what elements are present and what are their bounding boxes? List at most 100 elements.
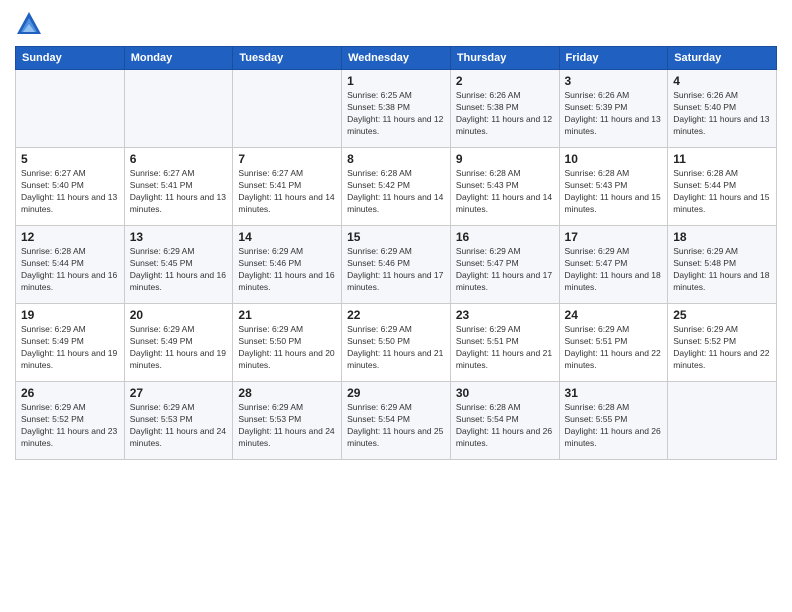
day-info: Sunrise: 6:29 AM Sunset: 5:48 PM Dayligh… xyxy=(673,246,771,294)
calendar-cell xyxy=(668,382,777,460)
day-info: Sunrise: 6:29 AM Sunset: 5:49 PM Dayligh… xyxy=(130,324,228,372)
calendar-cell: 19Sunrise: 6:29 AM Sunset: 5:49 PM Dayli… xyxy=(16,304,125,382)
day-number: 11 xyxy=(673,152,771,166)
day-number: 22 xyxy=(347,308,445,322)
day-info: Sunrise: 6:29 AM Sunset: 5:54 PM Dayligh… xyxy=(347,402,445,450)
weekday-header-monday: Monday xyxy=(124,47,233,70)
calendar-week-row: 12 Sunrise: 6:28 AM Sunset: 5:44 PM Dayli… xyxy=(16,226,777,304)
day-info: Sunrise: 6:29 AM Sunset: 5:53 PM Dayligh… xyxy=(238,402,336,450)
day-info: Sunrise: 6:29 AM Sunset: 5:52 PM Dayligh… xyxy=(21,402,119,450)
calendar-week-row: 5Sunrise: 6:27 AM Sunset: 5:40 PM Daylig… xyxy=(16,148,777,226)
day-number: 16 xyxy=(456,230,554,244)
calendar-cell xyxy=(124,70,233,148)
calendar-cell: 15 Sunrise: 6:29 AM Sunset: 5:46 PM Dayli… xyxy=(342,226,451,304)
calendar-cell: 8Sunrise: 6:28 AM Sunset: 5:42 PM Daylig… xyxy=(342,148,451,226)
header xyxy=(15,10,777,38)
day-number: 20 xyxy=(130,308,228,322)
logo-icon xyxy=(15,10,43,38)
day-number: 14 xyxy=(238,230,336,244)
calendar-cell xyxy=(16,70,125,148)
day-info: Sunrise: 6:29 AM Sunset: 5:53 PM Dayligh… xyxy=(130,402,228,450)
day-number: 21 xyxy=(238,308,336,322)
calendar-cell: 11 Sunrise: 6:28 AM Sunset: 5:44 PM Dayli… xyxy=(668,148,777,226)
day-info: Sunrise: 6:27 AM Sunset: 5:41 PM Dayligh… xyxy=(238,168,336,216)
day-info: Sunrise: 6:29 AM Sunset: 5:50 PM Dayligh… xyxy=(238,324,336,372)
day-info: Sunrise: 6:29 AM Sunset: 5:51 PM Dayligh… xyxy=(565,324,663,372)
day-number: 25 xyxy=(673,308,771,322)
day-info: Sunrise: 6:26 AM Sunset: 5:38 PM Dayligh… xyxy=(456,90,554,138)
calendar-cell: 25Sunrise: 6:29 AM Sunset: 5:52 PM Dayli… xyxy=(668,304,777,382)
weekday-header-friday: Friday xyxy=(559,47,668,70)
day-number: 26 xyxy=(21,386,119,400)
calendar-cell: 6 Sunrise: 6:27 AM Sunset: 5:41 PM Daylig… xyxy=(124,148,233,226)
calendar-cell: 2 Sunrise: 6:26 AM Sunset: 5:38 PM Daylig… xyxy=(450,70,559,148)
day-info: Sunrise: 6:28 AM Sunset: 5:44 PM Dayligh… xyxy=(21,246,119,294)
day-info: Sunrise: 6:29 AM Sunset: 5:47 PM Dayligh… xyxy=(565,246,663,294)
calendar-cell: 3Sunrise: 6:26 AM Sunset: 5:39 PM Daylig… xyxy=(559,70,668,148)
calendar-week-row: 26 Sunrise: 6:29 AM Sunset: 5:52 PM Dayli… xyxy=(16,382,777,460)
day-info: Sunrise: 6:29 AM Sunset: 5:50 PM Dayligh… xyxy=(347,324,445,372)
day-info: Sunrise: 6:28 AM Sunset: 5:42 PM Dayligh… xyxy=(347,168,445,216)
day-number: 13 xyxy=(130,230,228,244)
weekday-header-sunday: Sunday xyxy=(16,47,125,70)
calendar-cell: 22 Sunrise: 6:29 AM Sunset: 5:50 PM Dayli… xyxy=(342,304,451,382)
day-info: Sunrise: 6:29 AM Sunset: 5:46 PM Dayligh… xyxy=(238,246,336,294)
day-number: 28 xyxy=(238,386,336,400)
calendar-cell: 29 Sunrise: 6:29 AM Sunset: 5:54 PM Dayli… xyxy=(342,382,451,460)
calendar-cell: 28 Sunrise: 6:29 AM Sunset: 5:53 PM Dayli… xyxy=(233,382,342,460)
day-info: Sunrise: 6:28 AM Sunset: 5:43 PM Dayligh… xyxy=(456,168,554,216)
day-number: 27 xyxy=(130,386,228,400)
day-number: 31 xyxy=(565,386,663,400)
day-number: 4 xyxy=(673,74,771,88)
weekday-header-saturday: Saturday xyxy=(668,47,777,70)
calendar-cell: 31Sunrise: 6:28 AM Sunset: 5:55 PM Dayli… xyxy=(559,382,668,460)
day-number: 29 xyxy=(347,386,445,400)
day-number: 2 xyxy=(456,74,554,88)
calendar-cell: 4 Sunrise: 6:26 AM Sunset: 5:40 PM Daylig… xyxy=(668,70,777,148)
calendar-cell: 16 Sunrise: 6:29 AM Sunset: 5:47 PM Dayli… xyxy=(450,226,559,304)
calendar-cell xyxy=(233,70,342,148)
calendar-week-row: 1 Sunrise: 6:25 AM Sunset: 5:38 PM Daylig… xyxy=(16,70,777,148)
day-number: 15 xyxy=(347,230,445,244)
weekday-header-tuesday: Tuesday xyxy=(233,47,342,70)
calendar-cell: 26 Sunrise: 6:29 AM Sunset: 5:52 PM Dayli… xyxy=(16,382,125,460)
day-number: 10 xyxy=(565,152,663,166)
day-info: Sunrise: 6:29 AM Sunset: 5:46 PM Dayligh… xyxy=(347,246,445,294)
weekday-header-thursday: Thursday xyxy=(450,47,559,70)
day-number: 6 xyxy=(130,152,228,166)
page: SundayMondayTuesdayWednesdayThursdayFrid… xyxy=(0,0,792,612)
calendar-cell: 9 Sunrise: 6:28 AM Sunset: 5:43 PM Daylig… xyxy=(450,148,559,226)
day-number: 1 xyxy=(347,74,445,88)
day-info: Sunrise: 6:28 AM Sunset: 5:43 PM Dayligh… xyxy=(565,168,663,216)
calendar-cell: 12 Sunrise: 6:28 AM Sunset: 5:44 PM Dayli… xyxy=(16,226,125,304)
calendar-cell: 7 Sunrise: 6:27 AM Sunset: 5:41 PM Daylig… xyxy=(233,148,342,226)
day-info: Sunrise: 6:29 AM Sunset: 5:49 PM Dayligh… xyxy=(21,324,119,372)
calendar-cell: 5Sunrise: 6:27 AM Sunset: 5:40 PM Daylig… xyxy=(16,148,125,226)
day-number: 9 xyxy=(456,152,554,166)
day-info: Sunrise: 6:26 AM Sunset: 5:40 PM Dayligh… xyxy=(673,90,771,138)
day-info: Sunrise: 6:29 AM Sunset: 5:47 PM Dayligh… xyxy=(456,246,554,294)
day-number: 18 xyxy=(673,230,771,244)
day-number: 24 xyxy=(565,308,663,322)
calendar-week-row: 19Sunrise: 6:29 AM Sunset: 5:49 PM Dayli… xyxy=(16,304,777,382)
day-number: 3 xyxy=(565,74,663,88)
calendar-cell: 13 Sunrise: 6:29 AM Sunset: 5:45 PM Dayli… xyxy=(124,226,233,304)
calendar-cell: 24 Sunrise: 6:29 AM Sunset: 5:51 PM Dayli… xyxy=(559,304,668,382)
weekday-header-row: SundayMondayTuesdayWednesdayThursdayFrid… xyxy=(16,47,777,70)
calendar-cell: 20 Sunrise: 6:29 AM Sunset: 5:49 PM Dayli… xyxy=(124,304,233,382)
logo xyxy=(15,10,47,38)
calendar-cell: 14 Sunrise: 6:29 AM Sunset: 5:46 PM Dayli… xyxy=(233,226,342,304)
day-info: Sunrise: 6:25 AM Sunset: 5:38 PM Dayligh… xyxy=(347,90,445,138)
day-info: Sunrise: 6:29 AM Sunset: 5:45 PM Dayligh… xyxy=(130,246,228,294)
day-info: Sunrise: 6:28 AM Sunset: 5:44 PM Dayligh… xyxy=(673,168,771,216)
calendar-table: SundayMondayTuesdayWednesdayThursdayFrid… xyxy=(15,46,777,460)
day-number: 23 xyxy=(456,308,554,322)
calendar-cell: 23Sunrise: 6:29 AM Sunset: 5:51 PM Dayli… xyxy=(450,304,559,382)
day-number: 12 xyxy=(21,230,119,244)
calendar-cell: 21 Sunrise: 6:29 AM Sunset: 5:50 PM Dayli… xyxy=(233,304,342,382)
weekday-header-wednesday: Wednesday xyxy=(342,47,451,70)
day-info: Sunrise: 6:27 AM Sunset: 5:41 PM Dayligh… xyxy=(130,168,228,216)
calendar-cell: 30Sunrise: 6:28 AM Sunset: 5:54 PM Dayli… xyxy=(450,382,559,460)
calendar-cell: 18 Sunrise: 6:29 AM Sunset: 5:48 PM Dayli… xyxy=(668,226,777,304)
day-number: 7 xyxy=(238,152,336,166)
